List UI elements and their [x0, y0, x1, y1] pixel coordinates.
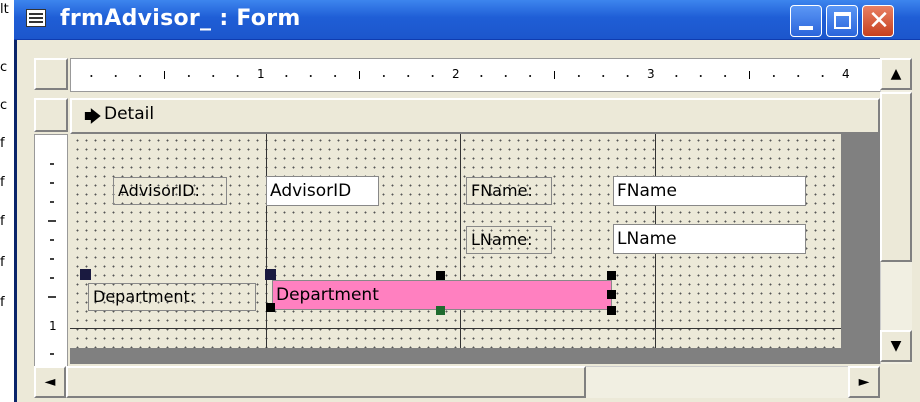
ruler-tick	[431, 75, 434, 77]
background-letter: f	[0, 175, 5, 190]
ruler-tick	[772, 75, 775, 77]
minimize-icon	[799, 26, 813, 30]
scroll-right-button[interactable]: ►	[848, 366, 880, 398]
horizontal-scroll-thumb[interactable]	[66, 366, 586, 398]
resize-handle[interactable]	[607, 271, 616, 280]
background-letter: c	[0, 98, 8, 113]
minimize-button[interactable]	[790, 5, 822, 37]
vertical-ruler-number: 1	[49, 319, 57, 333]
horizontal-ruler[interactable]: 1 2 3 4	[70, 58, 880, 92]
advisorid-textbox[interactable]: AdvisorID	[266, 176, 379, 206]
ruler-tick	[675, 75, 678, 77]
lname-label[interactable]: LName:	[466, 226, 552, 254]
fname-label[interactable]: FName:	[466, 177, 552, 205]
background-letter: c	[0, 60, 8, 75]
ruler-tick	[90, 75, 93, 77]
ruler-tick	[285, 75, 288, 77]
ruler-tick	[504, 75, 507, 77]
ruler-tick	[187, 75, 190, 77]
form-icon[interactable]	[26, 9, 46, 27]
form-background-area	[70, 348, 880, 364]
ruler-tick	[309, 75, 312, 77]
ruler-tick	[139, 75, 142, 77]
ruler-ticks	[90, 71, 824, 79]
window-title: frmAdvisor_ : Form	[60, 6, 301, 31]
ruler-tick	[699, 75, 702, 77]
advisorid-label[interactable]: AdvisorID:	[113, 177, 227, 205]
grid-line	[70, 328, 841, 329]
detail-section-bar[interactable]	[70, 98, 880, 134]
move-handle[interactable]	[265, 269, 276, 280]
scroll-down-button[interactable]: ▼	[880, 330, 912, 362]
section-selector[interactable]	[34, 98, 68, 132]
ruler-tick	[797, 75, 800, 77]
ruler-tick	[821, 75, 824, 77]
ruler-number: 1	[257, 67, 265, 81]
grid-line	[266, 134, 267, 348]
ruler-tick	[626, 75, 629, 77]
size-grip	[880, 366, 912, 398]
ruler-number: 4	[842, 67, 850, 81]
maximize-icon	[834, 12, 851, 29]
ruler-tick	[212, 75, 215, 77]
lname-textbox[interactable]: LName	[613, 224, 806, 254]
vertical-ruler[interactable]: 1	[34, 134, 68, 374]
ruler-tick	[480, 75, 483, 77]
ruler-tick	[602, 75, 605, 77]
ruler-tick	[407, 75, 410, 77]
resize-handle[interactable]	[436, 306, 445, 315]
resize-handle[interactable]	[607, 290, 616, 299]
resize-handle[interactable]	[266, 303, 275, 312]
resize-handle[interactable]	[607, 306, 616, 315]
department-label[interactable]: Department:	[88, 283, 256, 311]
move-handle[interactable]	[80, 269, 91, 280]
ruler-tick	[577, 75, 580, 77]
background-letter: f	[0, 136, 5, 151]
vertical-scroll-thumb[interactable]	[880, 92, 912, 262]
ruler-tick	[529, 75, 532, 77]
background-letter: lt	[0, 2, 9, 17]
resize-handle[interactable]	[436, 271, 445, 280]
background-letter: f	[0, 214, 5, 229]
background-letter: f	[0, 255, 5, 270]
vertical-ruler-ticks	[48, 163, 56, 355]
ruler-tick	[236, 75, 239, 77]
ruler-tick	[724, 75, 727, 77]
ruler-number: 3	[647, 67, 655, 81]
detail-section-label: Detail	[104, 104, 155, 124]
scroll-up-button[interactable]: ▲	[880, 58, 912, 90]
section-arrow-icon: 🡆	[84, 107, 102, 127]
form-background-area	[841, 134, 880, 348]
background-letter: f	[0, 295, 5, 310]
close-icon: ✕	[868, 6, 890, 36]
ruler-tick	[114, 75, 117, 77]
close-button[interactable]: ✕	[862, 5, 894, 37]
ruler-number: 2	[452, 67, 460, 81]
scroll-left-button[interactable]: ◄	[34, 366, 66, 398]
fname-textbox[interactable]: FName	[613, 176, 806, 206]
grid-line	[460, 134, 461, 348]
ruler-tick	[382, 75, 385, 77]
maximize-button[interactable]	[826, 5, 858, 37]
ruler-tick	[334, 75, 337, 77]
form-selector[interactable]	[34, 58, 68, 90]
